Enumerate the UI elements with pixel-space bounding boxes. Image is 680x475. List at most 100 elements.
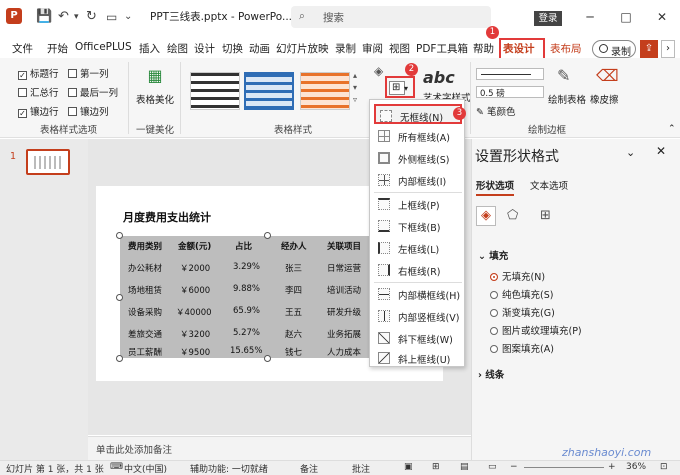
menu-item-no-border[interactable]: 无框线(N) xyxy=(374,104,462,124)
slide-thumbnail[interactable] xyxy=(26,149,70,175)
line-section-header[interactable]: › 线条 xyxy=(478,367,504,381)
tab-design[interactable]: 设计 xyxy=(194,41,215,56)
table-cell[interactable]: 李四 xyxy=(285,284,302,296)
option-header-row[interactable]: ✓ 标题行 xyxy=(18,66,59,80)
menu-item-inside-horizontal[interactable]: 内部横框线(H) xyxy=(374,284,462,304)
table-header-cell[interactable]: 金额(元) xyxy=(178,240,211,252)
accessibility-status[interactable]: 辅助功能: 一切就绪 xyxy=(190,462,268,475)
draw-table-icon[interactable]: ✎ xyxy=(557,66,570,85)
menu-item-bottom-border[interactable]: 下框线(B) xyxy=(374,216,462,236)
menu-item-all-borders[interactable]: 所有框线(A) xyxy=(374,126,462,146)
table-cell[interactable]: 培训活动 xyxy=(327,284,361,296)
size-properties-icon[interactable]: ⊞ xyxy=(540,208,551,223)
reading-view-icon[interactable]: ▤ xyxy=(460,462,469,472)
table-header-cell[interactable]: 占比 xyxy=(235,240,252,252)
table-header-cell[interactable]: 经办人 xyxy=(281,240,307,252)
zoom-out-icon[interactable]: − xyxy=(510,462,518,472)
save-icon[interactable]: 💾 xyxy=(36,6,52,28)
tab-text-options[interactable]: 文本选项 xyxy=(530,178,568,192)
menu-item-right-border[interactable]: 右框线(R) xyxy=(374,260,462,280)
tab-file[interactable]: 文件 xyxy=(12,41,33,56)
pen-color-button[interactable]: ✎ 笔颜色 xyxy=(476,104,516,118)
fill-section-header[interactable]: ⌄ 填充 xyxy=(478,248,508,262)
minimize-button[interactable]: ─ xyxy=(580,6,600,28)
fill-option-gradient[interactable]: 渐变填充(G) xyxy=(490,305,555,319)
fit-slide-icon[interactable]: ⊡ xyxy=(660,462,668,472)
option-first-column[interactable]: 第一列 xyxy=(68,66,109,80)
table-cell[interactable]: 日常运营 xyxy=(327,262,361,274)
menu-item-outside-borders[interactable]: 外侧框线(S) xyxy=(374,148,462,168)
option-banded-columns[interactable]: 镶边列 xyxy=(68,104,109,118)
table-beautify-icon[interactable]: ▦ xyxy=(144,66,166,86)
table-cell[interactable]: 王五 xyxy=(285,306,302,318)
table-cell[interactable]: 员工薪酬 xyxy=(128,346,162,358)
ribbon-scroll-right-icon[interactable]: › xyxy=(661,40,675,58)
record-button[interactable]: 录制 xyxy=(592,40,636,58)
maximize-button[interactable]: □ xyxy=(616,6,636,28)
tab-review[interactable]: 审阅 xyxy=(362,41,383,56)
zoom-slider[interactable] xyxy=(524,467,604,468)
customize-toolbar-icon[interactable]: ⌄ xyxy=(124,6,132,28)
notes-toggle[interactable]: 备注 xyxy=(300,462,318,475)
normal-view-icon[interactable]: ▣ xyxy=(404,462,413,472)
close-button[interactable]: ✕ xyxy=(652,6,672,28)
resize-handle[interactable] xyxy=(116,232,123,239)
art-text-icon[interactable]: abc xyxy=(423,68,455,87)
effects-pentagon-icon[interactable]: ⬠ xyxy=(507,208,518,223)
tab-draw[interactable]: 绘图 xyxy=(167,41,188,56)
zoom-level[interactable]: 36% xyxy=(626,462,646,472)
option-banded-rows[interactable]: ✓ 镶边行 xyxy=(18,104,59,118)
table-cell[interactable]: ￥6000 xyxy=(180,284,210,296)
table-cell[interactable]: 业务拓展 xyxy=(327,328,361,340)
menu-item-inside-borders[interactable]: 内部框线(I) xyxy=(374,170,462,190)
menu-item-diagonal-up[interactable]: 斜上框线(U) xyxy=(374,348,462,368)
table-cell[interactable]: 办公耗材 xyxy=(128,262,162,274)
table-cell[interactable]: 9.88% xyxy=(233,284,260,294)
menu-item-inside-vertical[interactable]: 内部竖框线(V) xyxy=(374,306,462,326)
share-icon[interactable]: ⇪ xyxy=(640,40,658,58)
fill-option-none[interactable]: 无填充(N) xyxy=(490,269,545,283)
slide-sorter-icon[interactable]: ⊞ xyxy=(432,462,440,472)
table-cell[interactable]: ￥9500 xyxy=(180,346,210,358)
redo-icon[interactable]: ↻ xyxy=(86,6,97,28)
pen-style-dropdown[interactable] xyxy=(476,68,544,80)
fill-option-solid[interactable]: 纯色填充(S) xyxy=(490,287,553,301)
option-last-column[interactable]: 最后一列 xyxy=(68,85,118,99)
tab-insert[interactable]: 插入 xyxy=(139,41,160,56)
comments-toggle[interactable]: 批注 xyxy=(352,462,370,475)
style-gallery-scroll-icon[interactable]: ▴ ▾ ▿ xyxy=(353,70,357,106)
search-box[interactable]: ⌕ 搜索 xyxy=(291,6,491,28)
tab-record[interactable]: 录制 xyxy=(335,41,356,56)
chevron-down-icon[interactable]: ⌄ xyxy=(626,146,635,159)
table-cell[interactable]: 3.29% xyxy=(233,262,260,272)
collapse-ribbon-icon[interactable]: ⌃ xyxy=(668,124,676,134)
resize-handle[interactable] xyxy=(116,355,123,362)
undo-icon[interactable]: ↶ xyxy=(58,6,69,28)
fill-option-pattern[interactable]: 图案填充(A) xyxy=(490,341,554,355)
table-style-thumb-orange[interactable] xyxy=(300,72,350,110)
resize-handle[interactable] xyxy=(264,355,271,362)
table-cell[interactable]: 差旅交通 xyxy=(128,328,162,340)
menu-item-top-border[interactable]: 上框线(P) xyxy=(374,194,462,214)
resize-handle[interactable] xyxy=(264,232,271,239)
notes-pane[interactable]: 单击此处添加备注 xyxy=(88,436,471,460)
shading-bucket-icon[interactable]: ◈ xyxy=(374,64,383,78)
draw-table-button[interactable]: 绘制表格 xyxy=(548,92,586,106)
slideshow-icon[interactable]: ▭ xyxy=(488,462,497,472)
table-right-part[interactable]: 经办人 关联项目 张三 日常运营 李四 培训活动 王五 研发升级 赵六 业务拓展… xyxy=(267,236,370,358)
tab-pdf-tools[interactable]: PDF工具箱 xyxy=(416,41,468,56)
close-pane-icon[interactable]: ✕ xyxy=(656,144,666,158)
pen-weight-dropdown[interactable]: 0.5 磅 xyxy=(476,86,544,99)
tab-officeplus[interactable]: OfficePLUS xyxy=(75,41,132,53)
menu-item-left-border[interactable]: 左框线(L) xyxy=(374,238,462,258)
undo-dropdown-icon[interactable]: ▾ xyxy=(74,6,79,28)
table-left-part[interactable]: 费用类别 金额(元) 占比 办公耗材 ￥2000 3.29% 场地租赁 ￥600… xyxy=(120,236,267,358)
tab-transitions[interactable]: 切换 xyxy=(222,41,243,56)
language-indicator[interactable]: 中文(中国) xyxy=(124,462,167,475)
fill-line-icon[interactable]: ◈ xyxy=(476,206,496,226)
tab-home[interactable]: 开始 xyxy=(47,41,68,56)
table-cell[interactable]: 人力成本 xyxy=(327,346,361,358)
table-cell[interactable]: 设备采购 xyxy=(128,306,162,318)
tab-animations[interactable]: 动画 xyxy=(249,41,270,56)
table-style-thumb-blue[interactable] xyxy=(244,72,294,110)
